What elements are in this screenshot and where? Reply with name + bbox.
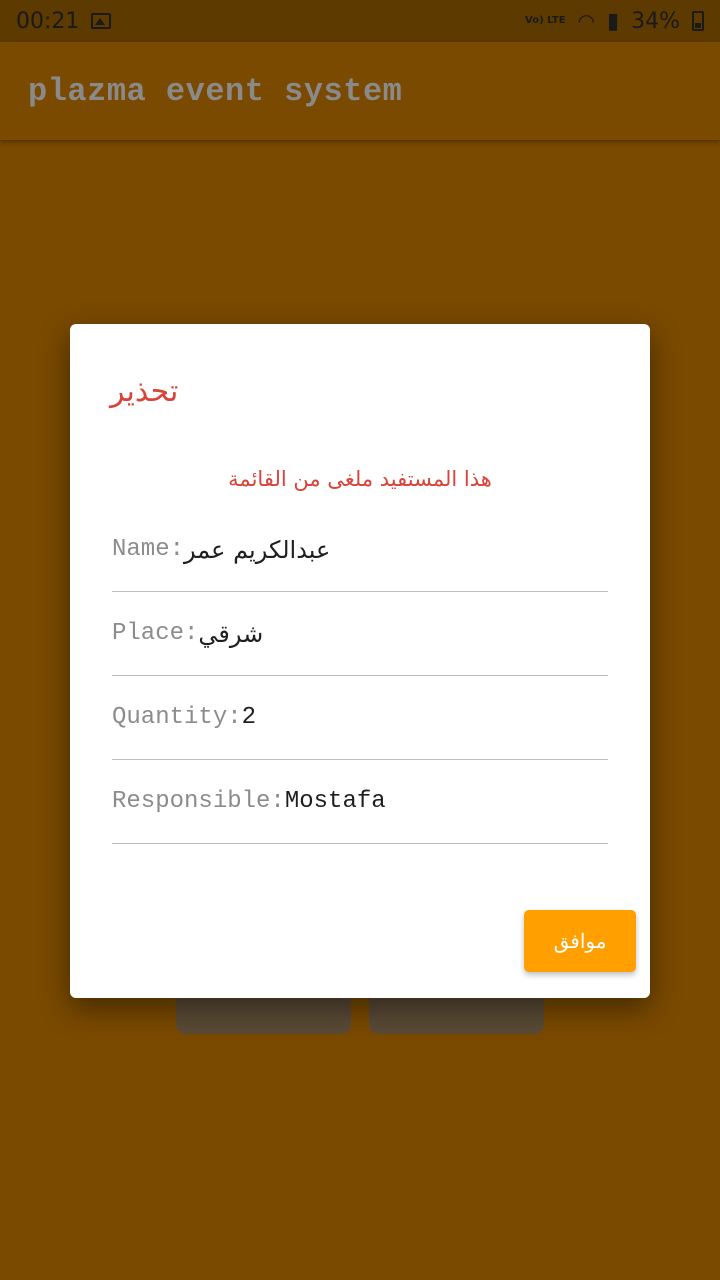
- place-field: Place: شرقي: [112, 592, 608, 676]
- app-bar: plazma event system: [0, 42, 720, 140]
- status-bar-left: 00:21: [16, 8, 112, 34]
- signal-icon: ▮: [606, 8, 620, 34]
- name-field: Name: عبدالكريم عمر: [112, 508, 608, 592]
- responsible-value: Mostafa: [284, 788, 386, 815]
- quantity-label: Quantity:: [112, 704, 242, 731]
- dialog-title: تحذير: [110, 374, 179, 409]
- quantity-field: Quantity: 2: [112, 676, 608, 760]
- name-label: Name:: [112, 536, 185, 563]
- image-icon: [91, 13, 112, 29]
- wifi-icon: ◠: [577, 9, 595, 33]
- name-value: عبدالكريم عمر: [184, 535, 331, 564]
- status-bar: 00:21 Vo) LTE ◠ ▮ 34%: [0, 0, 720, 42]
- ok-button[interactable]: موافق: [524, 910, 636, 972]
- responsible-field: Responsible: Mostafa: [112, 760, 608, 844]
- battery-icon: [692, 11, 704, 31]
- warning-dialog: تحذير هذا المستفيد ملغى من القائمة Name:…: [70, 324, 650, 998]
- volte-icon: Vo) LTE: [525, 15, 566, 26]
- responsible-label: Responsible:: [112, 788, 285, 815]
- dialog-message: هذا المستفيد ملغى من القائمة: [228, 467, 492, 491]
- app-title: plazma event system: [28, 72, 403, 110]
- status-time: 00:21: [16, 8, 80, 34]
- battery-percent: 34%: [631, 8, 680, 34]
- place-label: Place:: [112, 620, 199, 647]
- quantity-value: 2: [241, 704, 257, 731]
- place-value: شرقي: [198, 619, 264, 648]
- status-bar-right: Vo) LTE ◠ ▮ 34%: [525, 9, 704, 34]
